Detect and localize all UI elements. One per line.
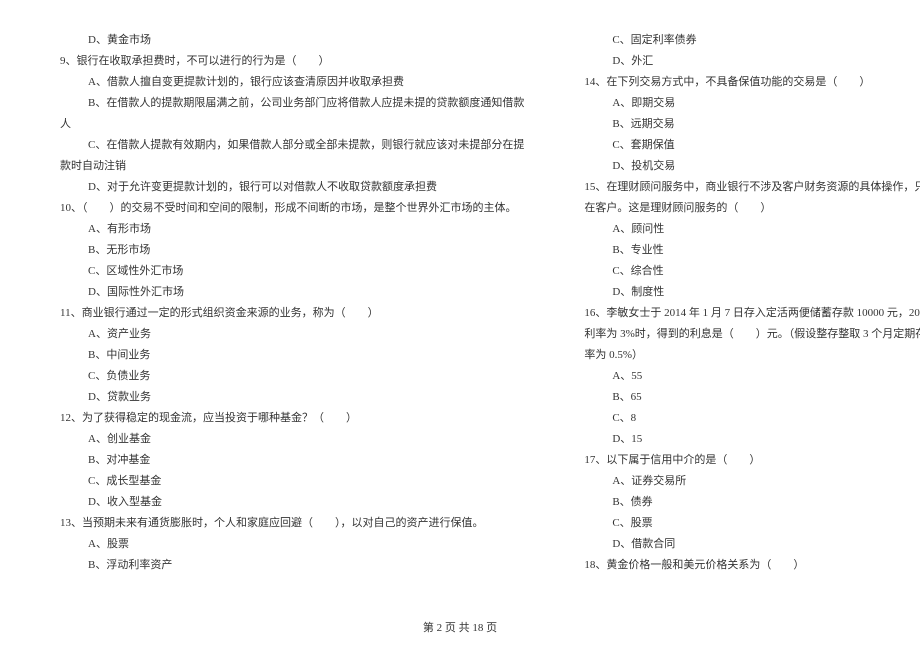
text-line: 12、为了获得稳定的现金流，应当投资于哪种基金？（ ）	[60, 408, 524, 429]
text-line: C、套期保值	[584, 135, 920, 156]
text-line: C、区域性外汇市场	[60, 261, 524, 282]
text-line: 人	[60, 114, 524, 135]
text-line: B、远期交易	[584, 114, 920, 135]
text-line: 16、李敏女士于 2014 年 1 月 7 日存入定活两便储蓄存款 10000 …	[584, 303, 920, 324]
text-line: A、股票	[60, 534, 524, 555]
text-line: D、对于允许变更提款计划的，银行可以对借款人不收取贷款额度承担费	[60, 177, 524, 198]
text-line: 17、以下属于信用中介的是（ ）	[584, 450, 920, 471]
text-line: A、创业基金	[60, 429, 524, 450]
text-line: A、55	[584, 366, 920, 387]
text-line: D、外汇	[584, 51, 920, 72]
text-line: C、负债业务	[60, 366, 524, 387]
text-line: D、制度性	[584, 282, 920, 303]
text-line: 款时自动注销	[60, 156, 524, 177]
text-line: C、成长型基金	[60, 471, 524, 492]
text-line: C、综合性	[584, 261, 920, 282]
text-line: 13、当预期未来有通货膨胀时，个人和家庭应回避（ ），以对自己的资产进行保值。	[60, 513, 524, 534]
left-column: D、黄金市场9、银行在收取承担费时，不可以进行的行为是（ ）A、借款人擅自变更提…	[60, 30, 524, 590]
text-line: B、债券	[584, 492, 920, 513]
text-line: 在客户。这是理财顾问服务的（ ）	[584, 198, 920, 219]
text-line: 14、在下列交易方式中，不具备保值功能的交易是（ ）	[584, 72, 920, 93]
text-line: C、在借款人提款有效期内，如果借款人部分或全部未提款，则银行就应该对未提部分在提	[60, 135, 524, 156]
text-line: B、对冲基金	[60, 450, 524, 471]
text-line: 率为 0.5%）	[584, 345, 920, 366]
text-line: C、8	[584, 408, 920, 429]
text-line: 利率为 3%时，得到的利息是（ ）元。（假设整存整取 3 个月定期存款年利率为 …	[584, 324, 920, 345]
text-line: 10、（ ）的交易不受时间和空间的限制，形成不间断的市场，是整个世界外汇市场的主…	[60, 198, 524, 219]
text-line: B、65	[584, 387, 920, 408]
text-line: 18、黄金价格一般和美元价格关系为（ ）	[584, 555, 920, 576]
text-line: D、收入型基金	[60, 492, 524, 513]
text-line: D、国际性外汇市场	[60, 282, 524, 303]
text-line: B、专业性	[584, 240, 920, 261]
text-line: A、有形市场	[60, 219, 524, 240]
text-line: A、顾问性	[584, 219, 920, 240]
text-line: D、贷款业务	[60, 387, 524, 408]
text-line: D、15	[584, 429, 920, 450]
text-line: 11、商业银行通过一定的形式组织资金来源的业务，称为（ ）	[60, 303, 524, 324]
text-line: A、资产业务	[60, 324, 524, 345]
text-line: A、借款人擅自变更提款计划的，银行应该查清原因并收取承担费	[60, 72, 524, 93]
text-line: A、即期交易	[584, 93, 920, 114]
text-line: D、黄金市场	[60, 30, 524, 51]
text-line: B、无形市场	[60, 240, 524, 261]
content-columns: D、黄金市场9、银行在收取承担费时，不可以进行的行为是（ ）A、借款人擅自变更提…	[60, 30, 860, 590]
right-column: C、固定利率债券D、外汇14、在下列交易方式中，不具备保值功能的交易是（ ）A、…	[584, 30, 920, 590]
text-line: D、投机交易	[584, 156, 920, 177]
text-line: B、中间业务	[60, 345, 524, 366]
page-footer: 第 2 页 共 18 页	[0, 619, 920, 635]
text-line: C、固定利率债券	[584, 30, 920, 51]
text-line: 15、在理财顾问服务中，商业银行不涉及客户财务资源的具体操作，只提供建议，最终决…	[584, 177, 920, 198]
text-line: A、证券交易所	[584, 471, 920, 492]
text-line: B、在借款人的提款期限届满之前，公司业务部门应将借款人应提未提的贷款额度通知借款	[60, 93, 524, 114]
text-line: C、股票	[584, 513, 920, 534]
text-line: B、浮动利率资产	[60, 555, 524, 576]
text-line: D、借款合同	[584, 534, 920, 555]
text-line: 9、银行在收取承担费时，不可以进行的行为是（ ）	[60, 51, 524, 72]
